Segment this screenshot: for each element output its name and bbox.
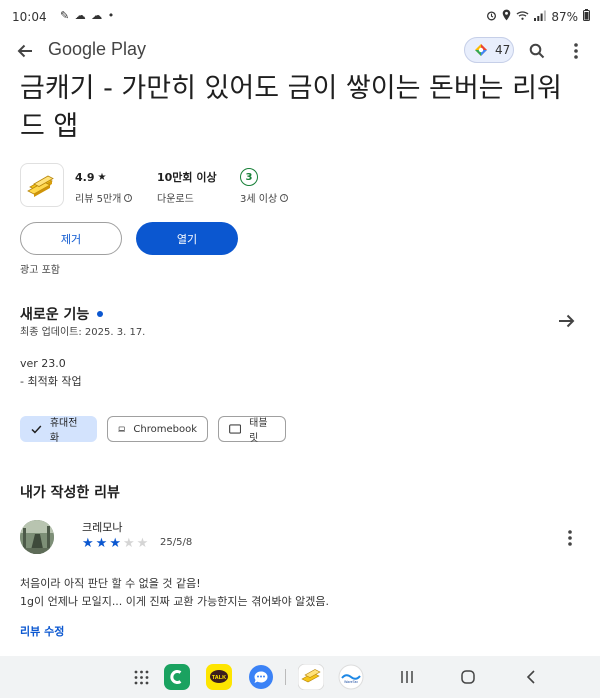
star-icon: ★ xyxy=(136,536,149,551)
more-options-button[interactable] xyxy=(564,38,588,64)
last-updated: 최종 업데이트: 2025. 3. 17. xyxy=(20,327,146,338)
uninstall-button[interactable]: 제거 xyxy=(20,222,122,255)
navigation-bar: TALK WaveTax xyxy=(0,656,600,698)
rating-value: 4.9 xyxy=(75,170,95,184)
star-icon: ★ xyxy=(109,536,121,551)
review-text: 처음이라 아직 판단 할 수 없을 것 같음! 1g이 언제나 모일지... 이… xyxy=(20,575,329,611)
star-icon: ★ xyxy=(97,171,107,183)
status-time: 10:04 xyxy=(12,10,47,24)
message-bubble-icon xyxy=(249,665,273,689)
kakaotalk-icon: TALK xyxy=(206,664,232,690)
star-icon: ★ xyxy=(82,536,94,551)
call-app-icon xyxy=(164,664,190,690)
avatar-photo xyxy=(20,520,54,554)
signal-icon xyxy=(534,10,547,24)
alarm-icon xyxy=(486,10,497,24)
battery-level: 87% xyxy=(551,9,578,24)
info-icon: i xyxy=(124,193,133,202)
notification-icons: ✎ ☁ ☁ • xyxy=(60,9,116,22)
review-more-button[interactable] xyxy=(560,527,580,549)
app-bar: Google Play 47 xyxy=(0,34,600,70)
wifi-icon xyxy=(516,10,529,24)
whats-new-label: 새로운 기능 xyxy=(20,307,90,323)
age-rating-badge: 3 xyxy=(240,168,258,186)
messages-app-button[interactable] xyxy=(248,664,274,690)
more-vert-icon xyxy=(574,43,578,59)
chip-phone-label: 휴대전화 xyxy=(49,418,78,444)
check-icon xyxy=(31,425,42,434)
review-stars: ★ ★ ★ ★ ★ xyxy=(82,536,148,551)
gold-bars-icon xyxy=(27,175,54,197)
home-icon xyxy=(461,670,475,684)
nav-back-button[interactable] xyxy=(518,664,544,690)
more-vert-icon xyxy=(568,530,572,546)
kakaotalk-label: TALK xyxy=(212,675,226,681)
nav-divider xyxy=(285,669,286,685)
app-drawer-button[interactable] xyxy=(128,664,154,690)
rating-stat[interactable]: 4.9 ★ 리뷰 5만개 i xyxy=(75,168,133,205)
play-points-icon xyxy=(475,44,487,56)
release-version: ver 23.0 xyxy=(20,357,66,370)
downloads-stat: 10만회 이상 다운로드 xyxy=(157,168,217,205)
star-icon: ★ xyxy=(95,536,108,551)
status-bar: 10:04 ✎ ☁ ☁ • 87% xyxy=(0,0,600,34)
reviews-count: 리뷰 5만개 xyxy=(75,194,122,205)
age-rating-stat[interactable]: 3 3세 이상 i xyxy=(240,168,289,205)
back-button[interactable] xyxy=(12,38,38,64)
chip-chromebook[interactable]: Chromebook xyxy=(107,416,208,442)
search-icon xyxy=(529,43,545,59)
home-button[interactable] xyxy=(455,664,481,690)
recents-icon xyxy=(401,671,413,683)
app-icon xyxy=(20,163,64,207)
info-icon: i xyxy=(280,193,289,202)
app-bar-title: Google Play xyxy=(48,39,147,59)
contains-ads-note: 광고 포함 xyxy=(20,265,60,276)
battery-icon xyxy=(583,9,590,24)
downloads-label: 다운로드 xyxy=(157,194,194,205)
phone-app-button[interactable] xyxy=(164,664,190,690)
release-change: - 최적화 작업 xyxy=(20,375,82,388)
whats-new-title: 새로운 기능 xyxy=(20,304,104,324)
avatar[interactable] xyxy=(20,520,54,554)
app-name: 금캐기 - 가만히 있어도 금이 쌓이는 돈버는 리워드 앱 xyxy=(20,73,562,142)
chip-tablet-label: 태블릿 xyxy=(249,418,268,444)
chevron-left-icon xyxy=(526,670,535,684)
recents-button[interactable] xyxy=(394,664,420,690)
goldmine-app-button[interactable] xyxy=(298,664,324,690)
wavetax-label: WaveTax xyxy=(344,680,358,684)
my-review-title: 내가 작성한 리뷰 xyxy=(20,485,120,501)
new-indicator-dot xyxy=(97,311,104,317)
review-line-1: 처음이라 아직 판단 할 수 없을 것 같음! xyxy=(20,577,201,590)
age-rating-label: 3세 이상 xyxy=(240,194,278,205)
laptop-icon xyxy=(118,426,126,432)
play-points-chip[interactable]: 47 xyxy=(464,37,514,63)
review-date: 25/5/8 xyxy=(160,537,193,548)
gold-bars-icon xyxy=(298,664,324,690)
review-line-2: 1g이 언제나 모일지... 이게 진짜 교환 가능한지는 겪어봐야 알겠음. xyxy=(20,595,329,608)
downloads-value: 10만회 이상 xyxy=(157,171,217,184)
chip-tablet[interactable]: 태블릿 xyxy=(218,416,286,444)
grid-icon xyxy=(134,670,148,684)
star-icon: ★ xyxy=(122,536,135,551)
reviewer-name: 크레모나 xyxy=(82,521,123,534)
status-right: 87% xyxy=(486,9,590,24)
whats-new-arrow-button[interactable] xyxy=(554,310,578,332)
release-notes: ver 23.0 - 최적화 작업 xyxy=(20,355,82,391)
chip-chromebook-label: Chromebook xyxy=(133,423,197,435)
location-icon xyxy=(502,9,511,24)
chip-phone[interactable]: 휴대전화 xyxy=(20,416,97,444)
kakaotalk-app-button[interactable]: TALK xyxy=(206,664,232,690)
wavetax-app-button[interactable]: WaveTax xyxy=(338,664,364,690)
tablet-icon xyxy=(229,424,242,434)
play-points-count: 47 xyxy=(495,43,511,57)
search-button[interactable] xyxy=(524,38,550,64)
wave-app-icon: WaveTax xyxy=(338,664,364,690)
arrow-left-icon xyxy=(17,44,32,58)
arrow-right-icon xyxy=(558,314,574,328)
edit-review-link[interactable]: 리뷰 수정 xyxy=(20,623,64,639)
open-button[interactable]: 열기 xyxy=(136,222,238,255)
